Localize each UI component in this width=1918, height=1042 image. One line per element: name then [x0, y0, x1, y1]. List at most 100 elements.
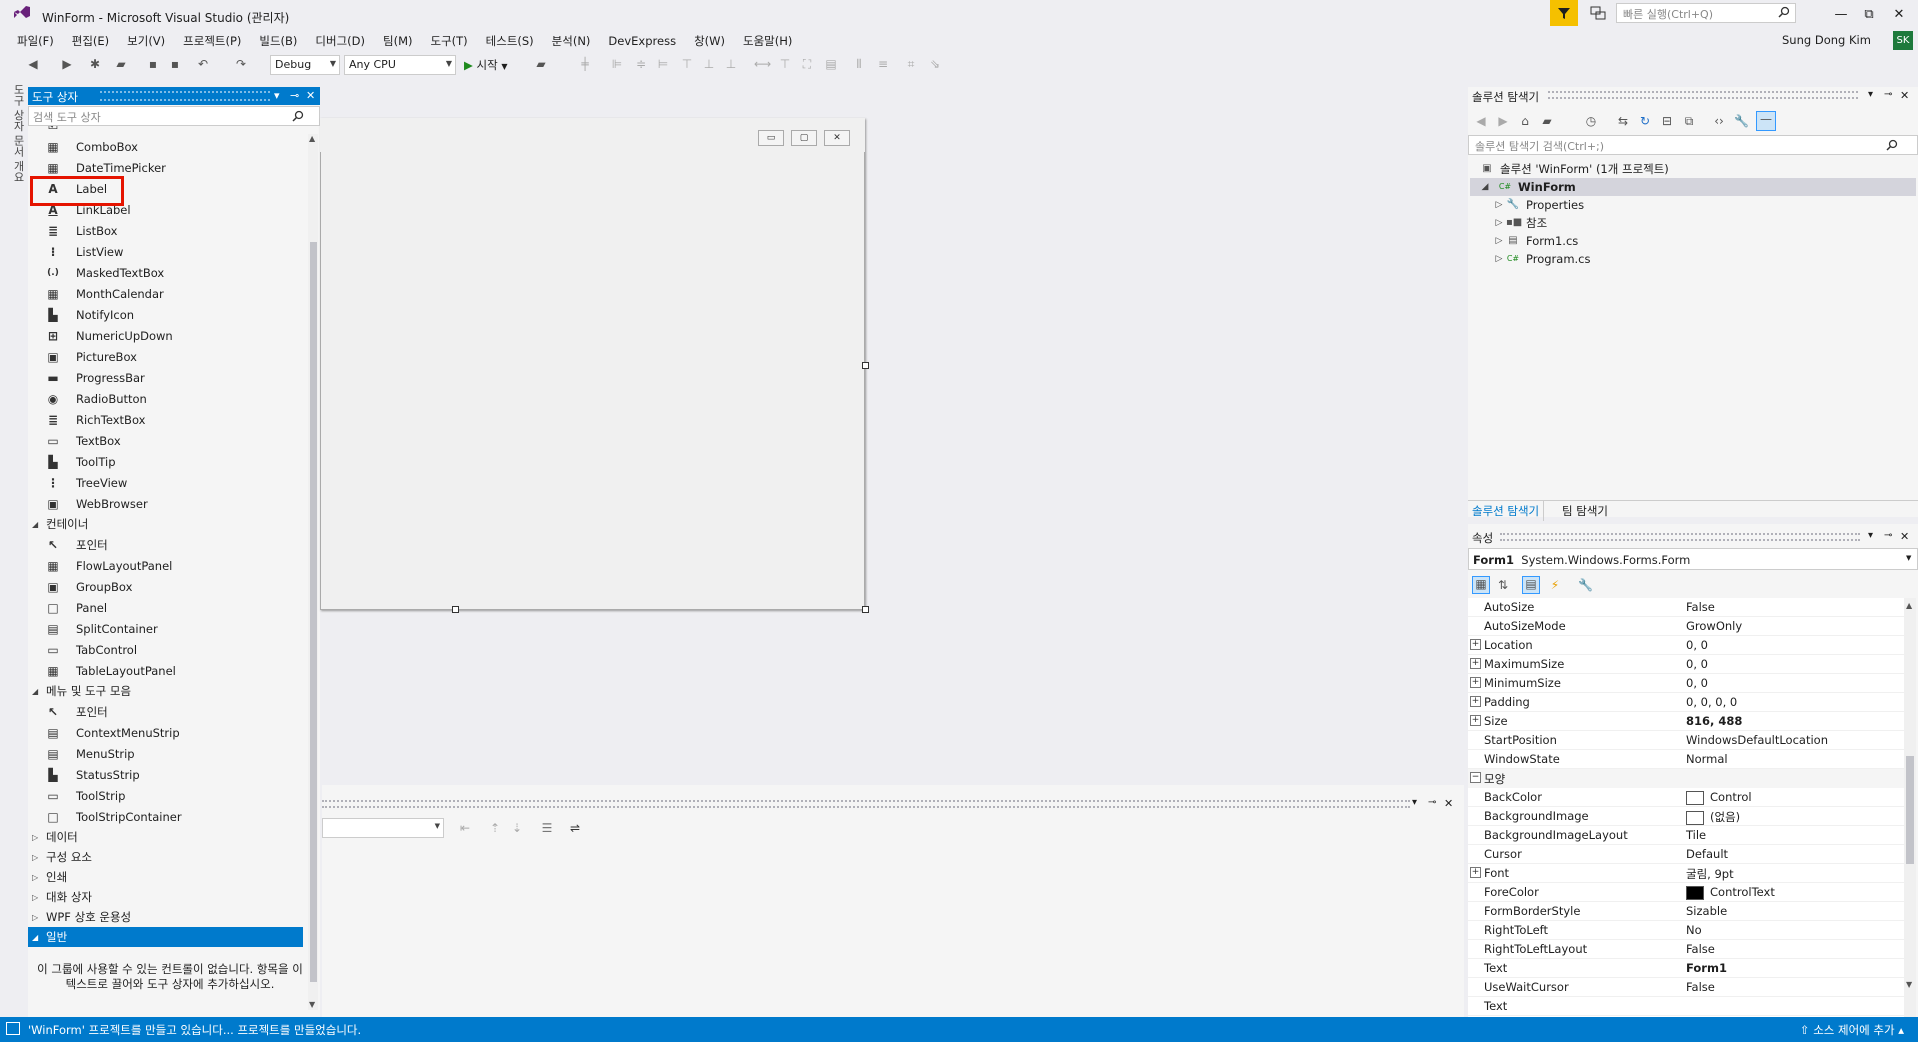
collapse-all-icon[interactable]: ⊟ [1660, 114, 1674, 128]
chevron-down-icon[interactable]: ▾ [1868, 89, 1873, 100]
pin-icon[interactable]: ⊸ [1884, 89, 1892, 100]
toolbox-search-input[interactable]: 검색 도구 상자 [28, 106, 320, 126]
property-value[interactable]: 0, 0 [1686, 638, 1708, 652]
property-value[interactable]: Default [1686, 847, 1728, 861]
properties-scrollbar-thumb[interactable] [1906, 756, 1914, 864]
toolbox-item[interactable]: ≣ ListBox [28, 220, 308, 241]
properties-object-select[interactable]: Form1 System.Windows.Forms.Form [1468, 548, 1918, 570]
expand-icon[interactable]: + [1470, 658, 1481, 669]
close-icon[interactable]: ✕ [1900, 89, 1909, 102]
toolbox-item[interactable]: ▦ ComboBox [28, 136, 308, 157]
form1-client-area[interactable] [322, 152, 863, 607]
quick-launch-input[interactable]: 빠른 실행(Ctrl+Q) [1616, 3, 1796, 23]
expand-icon[interactable]: + [1470, 696, 1481, 707]
toolbox-item[interactable]: ▣ PictureBox [28, 346, 308, 367]
toolbox-item[interactable]: ▙ ToolTip [28, 451, 308, 472]
property-value[interactable]: Sizable [1686, 904, 1727, 918]
property-row-windowstate[interactable]: WindowState Normal [1468, 750, 1904, 769]
property-value[interactable]: 0, 0 [1686, 676, 1708, 690]
pin-icon[interactable]: ⊸ [1428, 797, 1436, 808]
menu-analyze[interactable]: 분석(N) [543, 33, 600, 49]
toolbox-item[interactable]: ▤ MenuStrip [28, 743, 308, 764]
tree-node-program[interactable]: ▷ C# Program.cs [1492, 250, 1591, 268]
make-same-width-icon[interactable]: ⟷ [754, 57, 771, 71]
tree-node-project[interactable]: ◢ C# WinForm [1470, 178, 1916, 196]
toolbox-item[interactable]: ▤ ContextMenuStrip [28, 722, 308, 743]
property-row-maximumsize[interactable]: + MaximumSize 0, 0 [1468, 655, 1904, 674]
redo-icon[interactable]: ↷ [234, 57, 248, 71]
avatar[interactable]: SK [1893, 31, 1913, 50]
minimize-button[interactable]: — [1828, 4, 1854, 24]
menu-edit[interactable]: 편집(E) [63, 33, 118, 49]
menu-file[interactable]: 파일(F) [8, 33, 63, 49]
word-wrap-icon[interactable]: ⇌ [568, 821, 582, 835]
properties-view-icon[interactable]: ▤ [1522, 576, 1540, 594]
property-row-partial[interactable]: Text [1468, 997, 1904, 1016]
expand-icon[interactable]: + [1470, 639, 1481, 650]
feedback-icon[interactable] [1590, 5, 1606, 21]
home-icon[interactable]: ⌂ [1518, 114, 1532, 128]
chevron-down-icon[interactable]: ▾ [1412, 797, 1417, 808]
toolbox-group-general[interactable]: ◢ 일반 [28, 927, 303, 947]
toolbox-group-dialogs[interactable]: ▷ 대화 상자 [28, 887, 308, 907]
categorized-icon[interactable]: ▦ [1472, 576, 1490, 594]
align-centers-icon[interactable]: ≑ [634, 57, 648, 71]
property-row-autosize[interactable]: AutoSize False [1468, 598, 1904, 617]
make-same-size-icon[interactable]: ▤ [824, 57, 838, 71]
close-window-button[interactable]: ✕ [1886, 4, 1912, 24]
menu-window[interactable]: 창(W) [685, 33, 734, 49]
close-icon[interactable]: ✕ [1900, 530, 1909, 543]
property-row-autosizemode[interactable]: AutoSizeMode GrowOnly [1468, 617, 1904, 636]
solution-platform-select[interactable]: Any CPU ▼ [344, 55, 456, 75]
tab-team-explorer[interactable]: 팀 탐색기 [1558, 501, 1612, 521]
align-rights-icon[interactable]: ⊨ [656, 57, 670, 71]
expand-icon[interactable]: + [1470, 715, 1481, 726]
properties-icon[interactable]: 🔧 [1734, 114, 1749, 128]
menu-help[interactable]: 도움말(H) [734, 33, 801, 49]
toolbox-item[interactable]: ▙ StatusStrip [28, 764, 308, 785]
menu-debug[interactable]: 디버그(D) [306, 33, 374, 49]
pin-icon[interactable]: ⊸ [1884, 530, 1892, 541]
chevron-down-icon[interactable]: ▾ [1868, 530, 1873, 541]
show-all-files-icon[interactable]: ⧉ [1682, 114, 1696, 128]
user-name[interactable]: Sung Dong Kim [1782, 33, 1871, 47]
toolbox-group-wpf-interop[interactable]: ▷ WPF 상호 운용성 [28, 907, 308, 927]
property-row-backgroundimage[interactable]: BackgroundImage (없음) [1468, 807, 1904, 826]
alphabetical-icon[interactable]: ⇅ [1496, 578, 1510, 592]
toolbox-item[interactable]: ↖ 포인터 [28, 701, 308, 722]
menu-team[interactable]: 팀(M) [374, 33, 421, 49]
property-pages-icon[interactable]: 🔧 [1578, 578, 1593, 592]
menu-devexpress[interactable]: DevExpress [599, 34, 685, 48]
start-debugging-button[interactable]: ▶ 시작 ▼ [464, 57, 508, 73]
find-in-files-icon[interactable]: ▰ [534, 57, 548, 71]
save-all-icon[interactable]: ▪ [168, 57, 182, 71]
property-value[interactable]: Tile [1686, 828, 1706, 842]
solution-explorer-search-input[interactable]: 솔루션 탐색기 검색(Ctrl+;) [1468, 135, 1918, 155]
menu-test[interactable]: 테스트(S) [477, 33, 543, 49]
align-lefts-icon[interactable]: ⊫ [610, 57, 624, 71]
resize-handle-bottom[interactable] [452, 606, 459, 613]
property-row-startposition[interactable]: StartPosition WindowsDefaultLocation [1468, 731, 1904, 750]
toolbox-item[interactable]: ⊞ NumericUpDown [28, 325, 308, 346]
expand-icon[interactable]: + [1470, 677, 1481, 688]
vertical-side-tabs[interactable]: 도구 상자 문서 개요 [8, 84, 26, 204]
toolbox-item[interactable]: ▭ TabControl [28, 639, 308, 660]
menu-build[interactable]: 빌드(B) [250, 33, 306, 49]
toolbox-item[interactable]: □ ToolStripContainer [28, 806, 308, 827]
property-value[interactable]: 816, 488 [1686, 714, 1742, 728]
toolbox-item[interactable]: ▦ MonthCalendar [28, 283, 308, 304]
property-row-padding[interactable]: + Padding 0, 0, 0, 0 [1468, 693, 1904, 712]
toolbox-group-menus-toolbars[interactable]: ◢ 메뉴 및 도구 모음 [28, 681, 308, 701]
property-value-container[interactable]: (없음) [1686, 809, 1740, 825]
next-message-icon[interactable]: ⇣ [510, 821, 524, 835]
align-bottoms-icon[interactable]: ⊥ [724, 57, 738, 71]
toolbox-group-components[interactable]: ▷ 구성 요소 [28, 847, 308, 867]
property-row-minimumsize[interactable]: + MinimumSize 0, 0 [1468, 674, 1904, 693]
property-value-container[interactable]: Control [1686, 790, 1752, 805]
add-to-source-control-button[interactable]: ⇧ 소스 제어에 추가 ▴ [1800, 1022, 1904, 1038]
property-category-appearance[interactable]: − 모양 [1468, 769, 1904, 788]
scroll-up-icon[interactable]: ▲ [1906, 601, 1912, 610]
menu-tools[interactable]: 도구(T) [421, 33, 476, 49]
make-same-height-icon[interactable]: ⊤ [778, 57, 792, 71]
menu-project[interactable]: 프로젝트(P) [174, 33, 250, 49]
